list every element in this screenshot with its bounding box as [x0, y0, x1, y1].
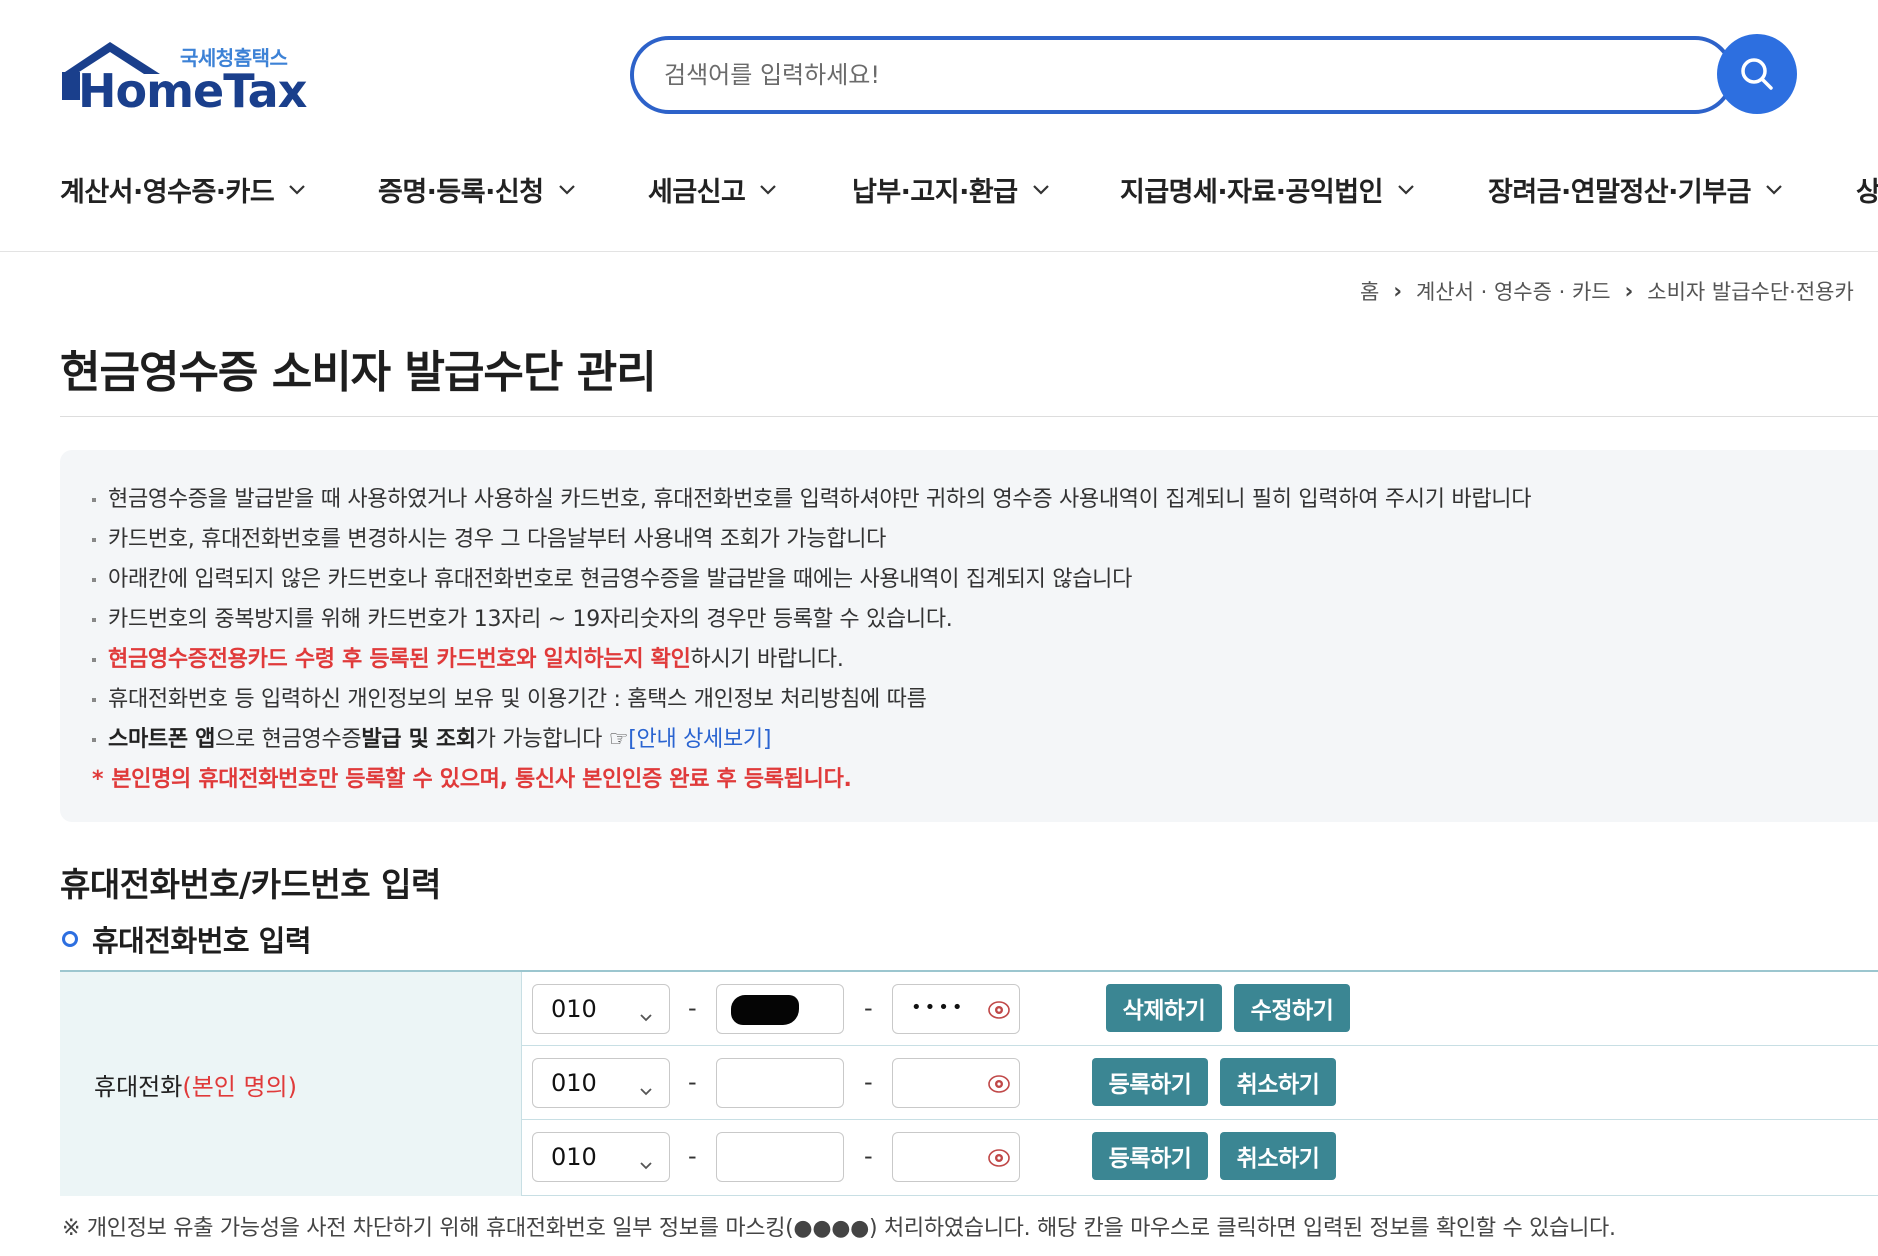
phone-middle-input[interactable] — [716, 1058, 844, 1108]
notice-item: 현금영수증을 발급받을 때 사용하였거나 사용하실 카드번호, 휴대전화번호를 … — [92, 480, 1531, 520]
phone-prefix-select[interactable]: 010 — [532, 984, 670, 1034]
breadcrumb-item[interactable]: 계산서 · 영수증 · 카드 — [1416, 276, 1611, 306]
phone-row: 010 - - 등록하기 취소하기 — [522, 1046, 1878, 1120]
redaction-mark — [731, 995, 799, 1025]
search-button[interactable] — [1717, 34, 1797, 114]
nav-incentives[interactable]: 장려금·연말정산·기부금 — [1488, 170, 1783, 209]
nav-label: 납부·고지·환급 — [852, 177, 1018, 208]
title-divider — [60, 416, 1878, 417]
chevron-down-icon — [1397, 184, 1415, 196]
eye-icon[interactable] — [987, 1147, 1011, 1173]
cancel-button[interactable]: 취소하기 — [1220, 1058, 1336, 1106]
notice-item: 카드번호, 휴대전화번호를 변경하시는 경우 그 다음날부터 사용내역 조회가 … — [92, 520, 1531, 560]
nav-certificates[interactable]: 증명·등록·신청 — [378, 170, 576, 209]
notice-item: 현금영수증전용카드 수령 후 등록된 카드번호와 일치하는지 확인 하시기 바랍니… — [92, 640, 1531, 680]
phone-middle-input[interactable] — [716, 1132, 844, 1182]
subsection-title: 휴대전화번호 입력 — [60, 918, 312, 960]
nav-receipts-cards[interactable]: 계산서·영수증·카드 — [60, 170, 306, 209]
eye-icon[interactable] — [987, 999, 1011, 1025]
notice-box: 현금영수증을 발급받을 때 사용하였거나 사용하실 카드번호, 휴대전화번호를 … — [60, 450, 1878, 822]
chevron-down-icon — [759, 184, 777, 196]
phone-label-cell: 휴대전화 (본인 명의) — [60, 972, 522, 1196]
nav-label: 지급명세·자료·공익법인 — [1120, 177, 1383, 208]
phone-row: 010 - - 등록하기 취소하기 — [522, 1120, 1878, 1194]
phone-row: 010 - - •••• 삭제하기 수정하기 — [522, 972, 1878, 1046]
logo-wordmark: HomeTax — [78, 64, 307, 118]
notice-item: 휴대전화번호 등 입력하신 개인정보의 보유 및 이용기간 : 홈택스 개인정보… — [92, 680, 1531, 720]
nav-label: 증명·등록·신청 — [378, 177, 544, 208]
phone-input-table: 휴대전화 (본인 명의) 010 - - •••• 삭제하기 수정하기 010 -… — [60, 970, 1878, 1196]
breadcrumb: 홈 › 계산서 · 영수증 · 카드 › 소비자 발급수단·전용카 — [1360, 276, 1854, 306]
notice-item: 카드번호의 중복방지를 위해 카드번호가 13자리 ~ 19자리숫자의 경우만 … — [92, 600, 1531, 640]
global-nav: 계산서·영수증·카드 증명·등록·신청 세금신고 납부·고지·환급 지급명세·자… — [0, 160, 1878, 252]
delete-button[interactable]: 삭제하기 — [1106, 984, 1222, 1032]
chevron-down-icon — [639, 1001, 653, 1029]
search-input[interactable] — [664, 56, 1664, 94]
register-button[interactable]: 등록하기 — [1092, 1132, 1208, 1180]
eye-icon[interactable] — [987, 1073, 1011, 1099]
hometax-logo[interactable]: 국세청홈택스 HomeTax — [60, 38, 310, 118]
notice-item: 아래칸에 입력되지 않은 카드번호나 휴대전화번호로 현금영수증을 발급받을 때… — [92, 560, 1531, 600]
phone-last-input[interactable] — [892, 1058, 1020, 1108]
phone-prefix-select[interactable]: 010 — [532, 1058, 670, 1108]
nav-statements[interactable]: 지급명세·자료·공익법인 — [1120, 170, 1415, 209]
section-title: 휴대전화번호/카드번호 입력 — [60, 865, 441, 904]
breadcrumb-separator: › — [1393, 279, 1402, 303]
phone-middle-input[interactable] — [716, 984, 844, 1034]
breadcrumb-home[interactable]: 홈 — [1360, 276, 1379, 306]
notice-item: 스마트폰 앱 으로 현금영수증 발급 및 조회 가 가능합니다 ☞ [안내 상세보기… — [92, 720, 1531, 760]
breadcrumb-current[interactable]: 소비자 발급수단·전용카 — [1647, 276, 1854, 306]
breadcrumb-separator: › — [1624, 279, 1634, 303]
nav-payment[interactable]: 납부·고지·환급 — [852, 170, 1050, 209]
nav-tax-filing[interactable]: 세금신고 — [648, 170, 777, 209]
nav-label: 장려금·연말정산·기부금 — [1488, 177, 1751, 208]
register-button[interactable]: 등록하기 — [1092, 1058, 1208, 1106]
chevron-down-icon — [288, 184, 306, 196]
circle-bullet-icon — [62, 931, 78, 947]
notice-list: 현금영수증을 발급받을 때 사용하였거나 사용하실 카드번호, 휴대전화번호를 … — [92, 480, 1531, 800]
nav-label: 세금신고 — [648, 177, 746, 208]
guide-detail-link[interactable]: [안내 상세보기] — [628, 720, 771, 760]
nav-more[interactable]: 상 — [1856, 170, 1878, 209]
notice-warning: * 본인명의 휴대전화번호만 등록할 수 있으며, 통신사 본인인증 완료 후 등… — [92, 767, 852, 792]
page-title: 현금영수증 소비자 발급수단 관리 — [60, 347, 657, 398]
phone-prefix-select[interactable]: 010 — [532, 1132, 670, 1182]
chevron-down-icon — [639, 1075, 653, 1103]
edit-button[interactable]: 수정하기 — [1234, 984, 1350, 1032]
chevron-down-icon — [1765, 184, 1783, 196]
nav-label: 상 — [1856, 177, 1878, 208]
search-box — [630, 36, 1734, 114]
chevron-down-icon — [639, 1149, 653, 1177]
chevron-down-icon — [1032, 184, 1050, 196]
cancel-button[interactable]: 취소하기 — [1220, 1132, 1336, 1180]
phone-last-input[interactable]: •••• — [892, 984, 1020, 1034]
search-icon — [1741, 58, 1773, 90]
chevron-down-icon — [558, 184, 576, 196]
masking-footnote: ※ 개인정보 유출 가능성을 사전 차단하기 위해 휴대전화번호 일부 정보를 … — [62, 1216, 1616, 1241]
nav-label: 계산서·영수증·카드 — [60, 177, 275, 208]
phone-last-input[interactable] — [892, 1132, 1020, 1182]
